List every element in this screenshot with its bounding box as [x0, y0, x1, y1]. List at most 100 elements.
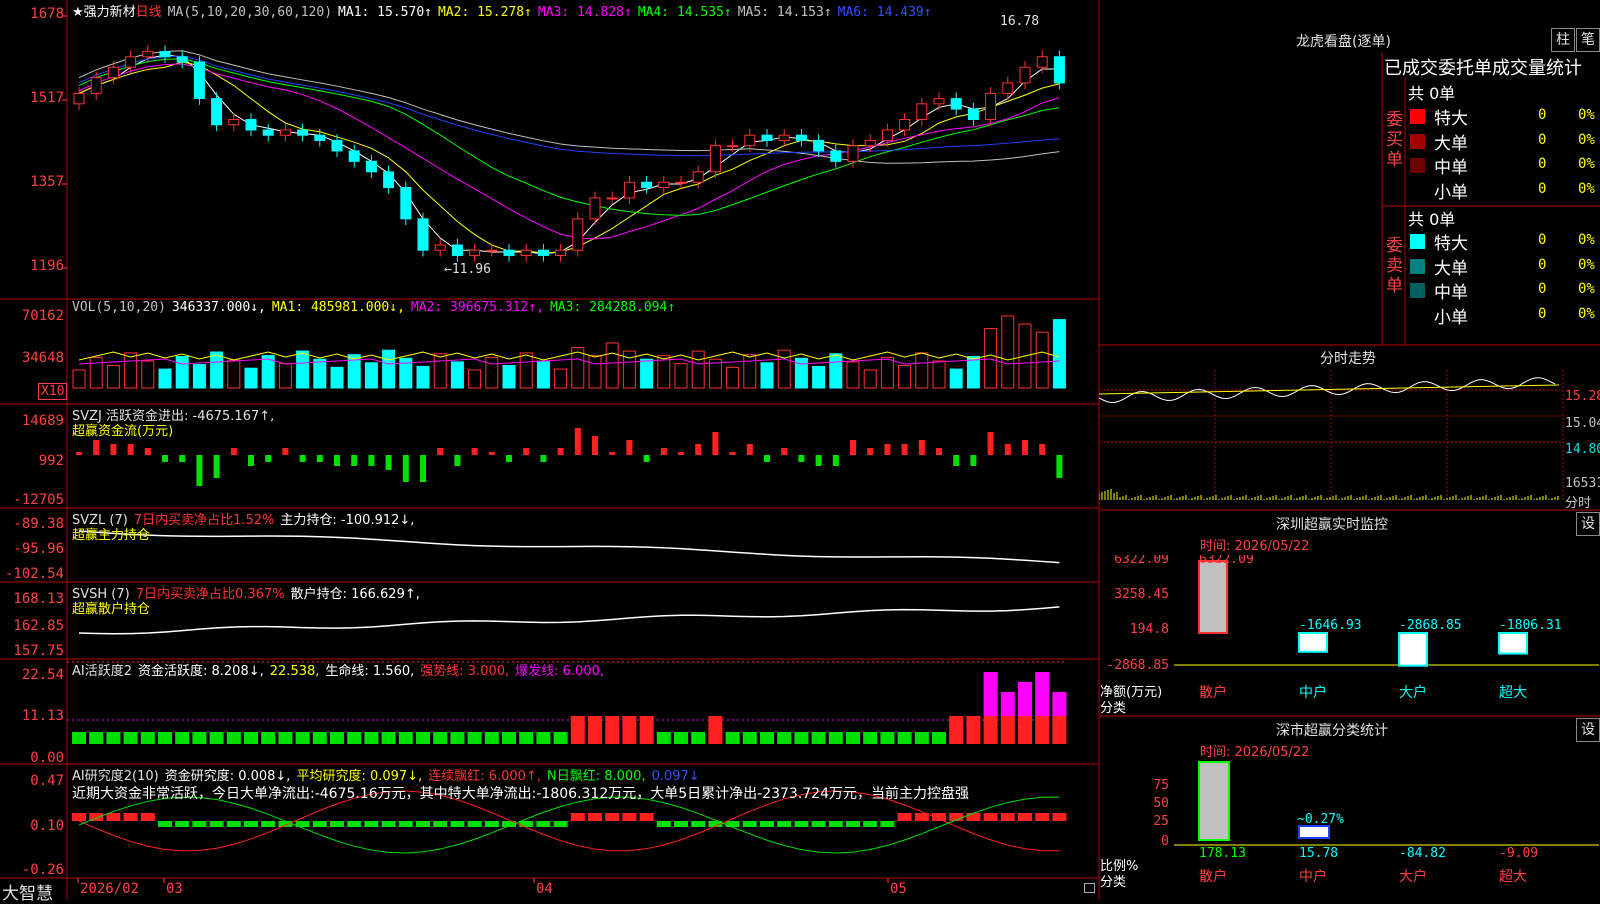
ai1-axis-label: 11.13: [21, 708, 64, 724]
order-count: 0: [1538, 232, 1547, 248]
activity-bar: [708, 716, 723, 744]
period-label[interactable]: 日线: [136, 5, 162, 20]
research-bar: [484, 821, 499, 827]
volume-bar: [210, 351, 224, 389]
flow-bar: [1039, 444, 1046, 455]
flow-bar: [213, 455, 220, 478]
tick-view-button[interactable]: 笔: [1576, 28, 1600, 52]
research-bar: [605, 813, 620, 821]
monitor-bar: [1398, 632, 1428, 667]
main-holding-line: [78, 530, 1060, 564]
lock-icon[interactable]: [1084, 883, 1095, 893]
monitor-bar-value: -1646.93: [1299, 618, 1362, 633]
candle-body: [881, 129, 893, 141]
class-bar: [1198, 761, 1230, 841]
research-bar: [588, 813, 602, 821]
volume-bar: [468, 369, 482, 389]
candle-body: [90, 77, 102, 94]
ma-value: MA3: 14.828↑: [537, 5, 632, 20]
flow-bar: [93, 440, 100, 455]
monitor-settings-button[interactable]: 设: [1576, 512, 1600, 536]
order-color-swatch: [1410, 234, 1425, 249]
activity-peak-bar: [1018, 682, 1032, 716]
candle-body: [279, 129, 291, 136]
activity-bar: [467, 732, 482, 744]
vol-unit-badge: X10: [38, 383, 68, 400]
volume-bar: [124, 352, 138, 389]
research-bar: [1000, 813, 1015, 821]
class-time: 时间: 2026/05/22: [1200, 745, 1310, 760]
order-size-label: 小单: [1434, 307, 1468, 328]
research-bar: [674, 821, 688, 827]
activity-bar: [622, 716, 637, 744]
research-bar: [450, 821, 465, 827]
activity-bar: [570, 716, 585, 744]
candle-body: [658, 181, 670, 188]
order-size-label: 特大: [1434, 234, 1468, 254]
intraday-chart[interactable]: [1099, 370, 1564, 510]
volume-bar: [382, 349, 396, 389]
activity-bar: [880, 732, 895, 744]
intraday-axis-label: 15.04: [1565, 416, 1600, 431]
flow-bar: [764, 455, 770, 462]
ratio-bar-chart[interactable]: 75 50 25 0 ~0.27% 178.13 散户 15.78 中户 -84.82 大户 -9.0…: [1099, 760, 1600, 900]
class-axis-label: 50: [1153, 796, 1169, 811]
candlestick-chart[interactable]: [67, 0, 1099, 299]
order-percent: 0%: [1578, 256, 1595, 273]
research-bar: [966, 813, 981, 821]
activity-bar: [278, 732, 293, 744]
buy-orders-label: 委买单: [1386, 110, 1403, 170]
candle-body: [434, 244, 446, 251]
class-axis-label: 75: [1153, 778, 1169, 793]
candle-body: [813, 139, 825, 152]
class-settings-button[interactable]: 设: [1576, 718, 1600, 742]
svzl-axis-label: -102.54: [4, 566, 64, 582]
flow-bar: [970, 455, 977, 466]
bar-view-button[interactable]: 柱: [1551, 28, 1575, 52]
activity-bar: [536, 732, 551, 744]
activity-bar: [588, 716, 602, 744]
flow-bar: [488, 452, 495, 455]
flow-bar: [144, 448, 151, 455]
ai1-axis-label: 22.54: [21, 667, 64, 683]
class-axis-label: 25: [1153, 814, 1169, 829]
candle-body: [211, 98, 223, 126]
volume-bar: [485, 356, 499, 389]
stock-name[interactable]: ★强力新材: [72, 5, 136, 20]
volume-bar: [364, 362, 378, 389]
candle-body: [1036, 56, 1048, 68]
volume-bar: [158, 368, 172, 389]
dragon-tabs[interactable]: 已成交委托单成交量统计: [1384, 54, 1582, 80]
volume-chart[interactable]: [67, 300, 1099, 404]
research-bar: [123, 813, 138, 821]
volume-bar: [72, 369, 86, 389]
flow-bar: [248, 455, 254, 466]
net-flow-bar-chart[interactable]: 6322.09 3258.45 194.8 -2868.85 6322.09 散户 -164…: [1099, 555, 1600, 715]
flow-bar: [76, 452, 82, 455]
flow-bar: [867, 448, 874, 455]
sz-monitor-title: 深圳超赢实时监控: [1276, 517, 1388, 533]
order-size-label: 大单: [1434, 258, 1468, 279]
activity-bar: [72, 732, 86, 744]
flow-bar: [334, 455, 340, 466]
activity-bar: [863, 732, 878, 744]
candle-body: [830, 150, 842, 162]
research-bar: [364, 821, 379, 827]
svzj-axis-label: -12705: [13, 492, 64, 508]
research-bar: [742, 821, 757, 827]
flow-bar: [420, 455, 426, 482]
volume-bar: [536, 360, 550, 389]
svsh-axis-label: 162.85: [13, 618, 64, 634]
monitor-bar: [1298, 632, 1328, 653]
activity-bar: [175, 732, 190, 744]
candle-body: [176, 56, 188, 63]
candle-body: [365, 160, 377, 173]
flow-bar: [815, 455, 822, 466]
candle-body: [1053, 56, 1065, 84]
class-value: 15.78: [1299, 846, 1338, 861]
buy-total: 共 0单: [1408, 84, 1456, 103]
research-bar: [278, 821, 293, 827]
flow-bar: [368, 455, 375, 466]
candle-body: [262, 129, 274, 136]
monitor-category: 中户: [1299, 684, 1327, 701]
